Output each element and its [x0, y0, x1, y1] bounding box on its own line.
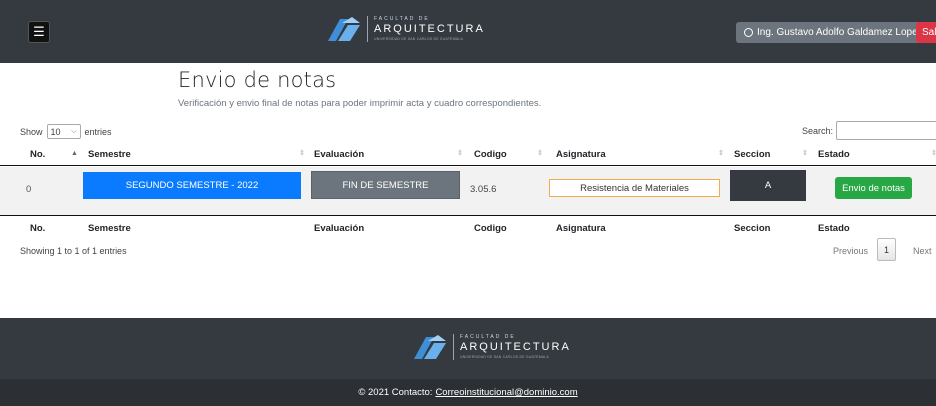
column-header-asignatura[interactable]: Asignatura — [556, 142, 606, 166]
table-row: 0 SEGUNDO SEMESTRE - 2022 FIN DE SEMESTR… — [0, 167, 936, 215]
logo-separator — [367, 16, 368, 42]
sort-icon: ⇕ — [537, 150, 543, 157]
sort-icon: ⇕ — [931, 150, 936, 157]
header-logo[interactable]: FACULTAD DE ARQUITECTURA UNIVERSIDAD DE … — [326, 15, 485, 43]
footer-column-no: No. — [30, 222, 46, 234]
codigo-cell: 3.05.6 — [470, 184, 497, 195]
column-header-codigo[interactable]: Codigo — [474, 142, 507, 166]
faculty-logo-icon — [328, 17, 360, 41]
search-label: Search: — [802, 125, 834, 136]
seccion-cell: A — [730, 170, 806, 201]
entries-label: entries — [84, 126, 112, 137]
page-title: Envio de notas — [178, 68, 337, 92]
entries-select-value: 10 — [50, 126, 61, 137]
entries-select[interactable]: 10 ⌵ — [46, 124, 81, 139]
sort-icon: ⇕ — [802, 150, 808, 157]
user-name: Ing. Gustavo Adolfo Galdamez Lopez — [757, 27, 923, 38]
footer-column-estado: Estado — [818, 222, 850, 234]
footer-logo-line-2: ARQUITECTURA — [460, 340, 571, 353]
user-menu-button[interactable]: Ing. Gustavo Adolfo Galdamez Lopez — [736, 22, 931, 43]
hamburger-icon: ☰ — [33, 24, 45, 40]
table-length-control: Show 10 ⌵ entries — [20, 124, 112, 139]
page-subtitle: Verificación y envio final de notas para… — [178, 98, 542, 109]
user-circle-icon — [744, 28, 753, 37]
envio-de-notas-button[interactable]: Envio de notas — [835, 177, 912, 199]
table-search: Search: — [802, 121, 936, 140]
footer-contact-prefix: © 2021 Contacto: — [358, 387, 433, 398]
table-footer-header: No. Semestre Evaluación Codigo Asignatur… — [0, 215, 936, 239]
logout-button[interactable]: Salir — [916, 22, 936, 43]
footer-column-seccion: Seccion — [734, 222, 771, 234]
footer-logo-line-1: FACULTAD DE — [460, 333, 516, 340]
logo-line-2: ARQUITECTURA — [374, 22, 485, 35]
column-header-evaluacion[interactable]: Evaluación — [314, 142, 364, 166]
footer-logo: FACULTAD DE ARQUITECTURA UNIVERSIDAD DE … — [412, 333, 571, 361]
column-header-semestre[interactable]: Semestre — [88, 142, 131, 166]
menu-toggle-button[interactable]: ☰ — [28, 21, 50, 43]
logo-line-1: FACULTAD DE — [374, 15, 430, 22]
pagination-page-1[interactable]: 1 — [877, 238, 896, 261]
footer: FACULTAD DE ARQUITECTURA UNIVERSIDAD DE … — [0, 318, 936, 379]
row-number: 0 — [26, 184, 32, 195]
sort-icon: ⇕ — [718, 150, 724, 157]
table-info: Showing 1 to 1 of 1 entries — [20, 246, 127, 256]
table-header: No. ▲ Semestre ⇕ Evaluación ⇕ Codigo ⇕ A… — [0, 142, 936, 166]
chevron-down-icon: ⌵ — [71, 127, 77, 135]
search-input[interactable] — [836, 121, 936, 140]
footer-contact-email-link[interactable]: Correoinstitucional@dominio.com — [435, 387, 577, 398]
sort-icon: ⇕ — [299, 150, 305, 157]
column-header-seccion[interactable]: Seccion — [734, 142, 770, 166]
logo-line-3: UNIVERSIDAD DE SAN CARLOS DE GUATEMALA — [374, 36, 464, 41]
asignatura-cell: Resistencia de Materiales — [549, 179, 720, 197]
footer-column-asignatura: Asignatura — [556, 222, 606, 234]
footer-column-semestre: Semestre — [88, 222, 131, 234]
semestre-cell: SEGUNDO SEMESTRE - 2022 — [83, 172, 301, 199]
faculty-logo-icon — [414, 335, 446, 359]
sort-asc-icon: ▲ — [71, 150, 78, 157]
pagination-previous[interactable]: Previous — [833, 246, 868, 256]
show-label: Show — [20, 126, 43, 137]
logo-separator — [453, 334, 454, 360]
column-header-no[interactable]: No. — [30, 142, 45, 166]
sort-icon: ⇕ — [457, 150, 463, 157]
top-navbar: ☰ FACULTAD DE ARQUITECTURA UNIVERSIDAD D… — [0, 0, 936, 63]
logout-label: Salir — [922, 27, 936, 38]
evaluacion-cell: FIN DE SEMESTRE — [311, 171, 460, 199]
footer-column-codigo: Codigo — [474, 222, 507, 234]
footer-logo-line-3: UNIVERSIDAD DE SAN CARLOS DE GUATEMALA — [460, 354, 550, 359]
footer-contact-bar: © 2021 Contacto: Correoinstitucional@dom… — [0, 379, 936, 406]
pagination-next[interactable]: Next — [913, 246, 932, 256]
footer-column-evaluacion: Evaluación — [314, 222, 365, 234]
column-header-estado[interactable]: Estado — [818, 142, 850, 166]
